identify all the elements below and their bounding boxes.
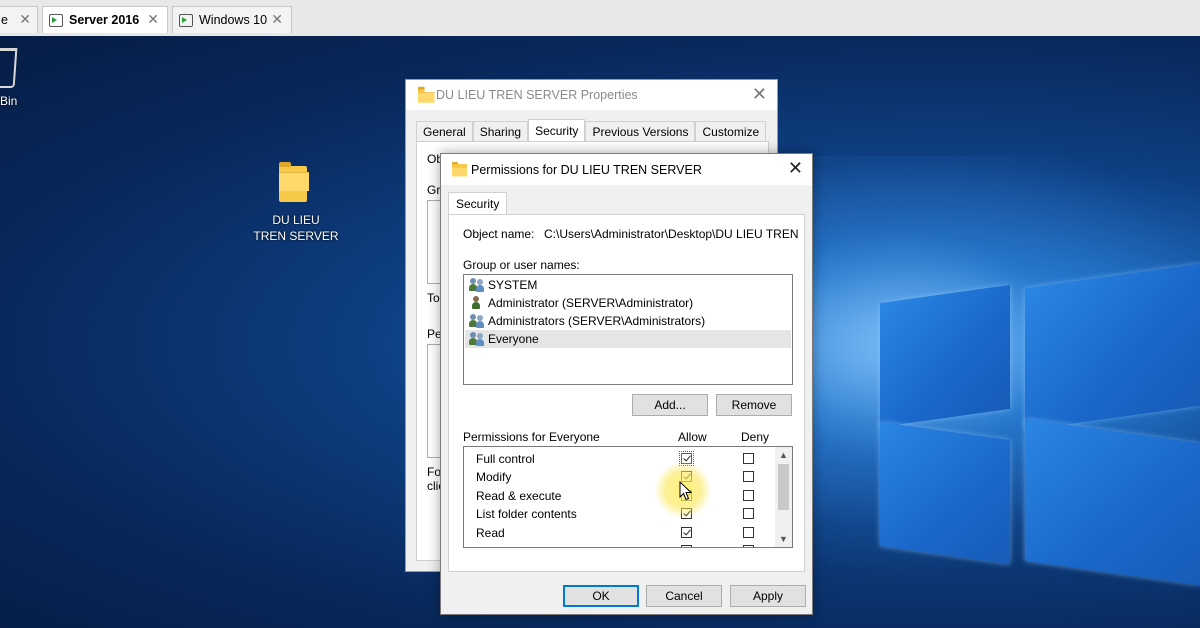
permission-name: Full control — [476, 452, 535, 466]
list-item-label: Administrator (SERVER\Administrator) — [488, 296, 694, 310]
list-item[interactable]: Administrators (SERVER\Administrators) — [465, 312, 791, 330]
vm-tab-label: e — [1, 13, 8, 27]
close-icon[interactable]: ✕ — [271, 11, 283, 28]
properties-title-bar: DU LIEU TREN SERVER Properties ✕ — [406, 80, 777, 110]
deny-checkbox[interactable] — [743, 527, 754, 538]
tab-customize[interactable]: Customize — [695, 121, 767, 142]
list-item[interactable]: Administrator (SERVER\Administrator) — [465, 294, 791, 312]
permission-name: Read & execute — [476, 489, 562, 503]
permissions-scrollbar[interactable]: ▲ ▼ — [775, 447, 792, 547]
table-row: Modify — [464, 468, 774, 486]
close-icon[interactable]: ✕ — [788, 158, 803, 179]
table-row: List folder contents — [464, 505, 774, 523]
vm-tab-strip: e ✕ Server 2016 ✕ Windows 10 ✕ — [0, 0, 1200, 37]
wallpaper-pane — [1025, 418, 1200, 586]
permissions-title-bar: Permissions for DU LIEU TREN SERVER ✕ — [441, 154, 812, 185]
tab-previous-versions[interactable]: Previous Versions — [585, 121, 696, 142]
scroll-down-icon[interactable]: ▼ — [779, 534, 788, 544]
vm-tab-server-2016[interactable]: Server 2016 ✕ — [42, 6, 168, 33]
object-name-label: Object name: — [463, 227, 535, 241]
add-button[interactable]: Add... — [632, 394, 708, 416]
vm-tab-partial[interactable]: e ✕ — [0, 6, 38, 33]
table-row-partial — [464, 543, 774, 547]
allow-checkbox[interactable] — [679, 451, 694, 466]
deny-checkbox[interactable] — [743, 545, 754, 547]
ok-button[interactable]: OK — [563, 585, 639, 607]
tab-sharing[interactable]: Sharing — [472, 121, 529, 142]
deny-checkbox[interactable] — [743, 453, 754, 464]
desktop-folder-label[interactable]: DU LIEU TREN SERVER — [246, 212, 346, 244]
permissions-list[interactable]: Full control Modify Read & execute List … — [463, 446, 793, 548]
vm-tab-label: Server 2016 — [69, 13, 140, 27]
properties-tabs: General Sharing Security Previous Versio… — [416, 119, 767, 142]
permissions-for-label: Permissions for Everyone — [463, 430, 600, 444]
deny-checkbox[interactable] — [743, 508, 754, 519]
vm-tab-label: Windows 10 — [199, 13, 268, 27]
wallpaper-pane — [880, 284, 1010, 428]
scroll-up-icon[interactable]: ▲ — [779, 450, 788, 460]
folder-label-text: DU LIEU TREN SERVER — [253, 213, 339, 243]
tab-security[interactable]: Security — [448, 192, 508, 215]
apply-button[interactable]: Apply — [730, 585, 806, 607]
allow-checkbox[interactable] — [681, 545, 692, 547]
folder-icon — [418, 86, 435, 103]
vm-tab-windows-10[interactable]: Windows 10 ✕ — [172, 6, 292, 33]
list-item-label: Everyone — [488, 332, 539, 346]
deny-checkbox[interactable] — [743, 471, 754, 482]
recycle-bin-icon[interactable] — [0, 48, 18, 88]
deny-checkbox[interactable] — [743, 490, 754, 501]
group-label: Group or user names: — [463, 258, 580, 272]
group-label-fragment: Gr — [427, 183, 441, 197]
close-icon[interactable]: ✕ — [147, 11, 159, 28]
properties-title: DU LIEU TREN SERVER Properties — [436, 88, 638, 102]
user-icon — [469, 296, 485, 310]
permission-name: Read — [476, 526, 505, 540]
mouse-cursor-icon — [679, 481, 693, 501]
vm-icon — [179, 13, 193, 27]
wallpaper-pane — [880, 421, 1010, 565]
object-name-value: C:\Users\Administrator\Desktop\DU LIEU T… — [544, 227, 800, 241]
recycle-bin-label: Bin — [0, 94, 18, 108]
security-page: Object name: C:\Users\Administrator\Desk… — [448, 214, 805, 572]
close-icon[interactable]: ✕ — [752, 84, 767, 105]
scrollbar-thumb[interactable] — [778, 464, 789, 510]
deny-header: Deny — [741, 430, 770, 444]
list-item-selected[interactable]: Everyone — [465, 330, 791, 348]
cancel-button[interactable]: Cancel — [646, 585, 722, 607]
permissions-dialog: Permissions for DU LIEU TREN SERVER ✕ Se… — [440, 153, 813, 615]
table-row: Full control — [464, 450, 774, 468]
table-row: Read — [464, 524, 774, 542]
permissions-title: Permissions for DU LIEU TREN SERVER — [471, 163, 702, 177]
table-row: Read & execute — [464, 487, 774, 505]
advanced-label-fragment: Fo — [427, 465, 442, 479]
permission-name: List folder contents — [476, 507, 577, 521]
remove-button[interactable]: Remove — [716, 394, 792, 416]
tab-security[interactable]: Security — [528, 119, 586, 142]
list-item-label: Administrators (SERVER\Administrators) — [488, 314, 706, 328]
folder-icon — [452, 162, 467, 177]
allow-header: Allow — [678, 430, 707, 444]
list-item-label: SYSTEM — [488, 278, 538, 292]
list-item[interactable]: SYSTEM — [465, 276, 791, 294]
wallpaper-pane — [1025, 263, 1200, 431]
allow-checkbox[interactable] — [681, 508, 692, 519]
group-user-list[interactable]: SYSTEM Administrator (SERVER\Administrat… — [463, 274, 793, 385]
edit-label-fragment: To — [427, 291, 440, 305]
users-group-icon — [469, 278, 485, 292]
users-group-icon — [469, 314, 485, 328]
folder-icon[interactable] — [279, 162, 309, 202]
users-group-icon — [469, 332, 485, 346]
close-icon[interactable]: ✕ — [19, 11, 31, 28]
permission-name: Modify — [476, 470, 512, 484]
allow-checkbox[interactable] — [681, 527, 692, 538]
vm-icon — [49, 13, 63, 27]
tab-general[interactable]: General — [416, 121, 473, 142]
